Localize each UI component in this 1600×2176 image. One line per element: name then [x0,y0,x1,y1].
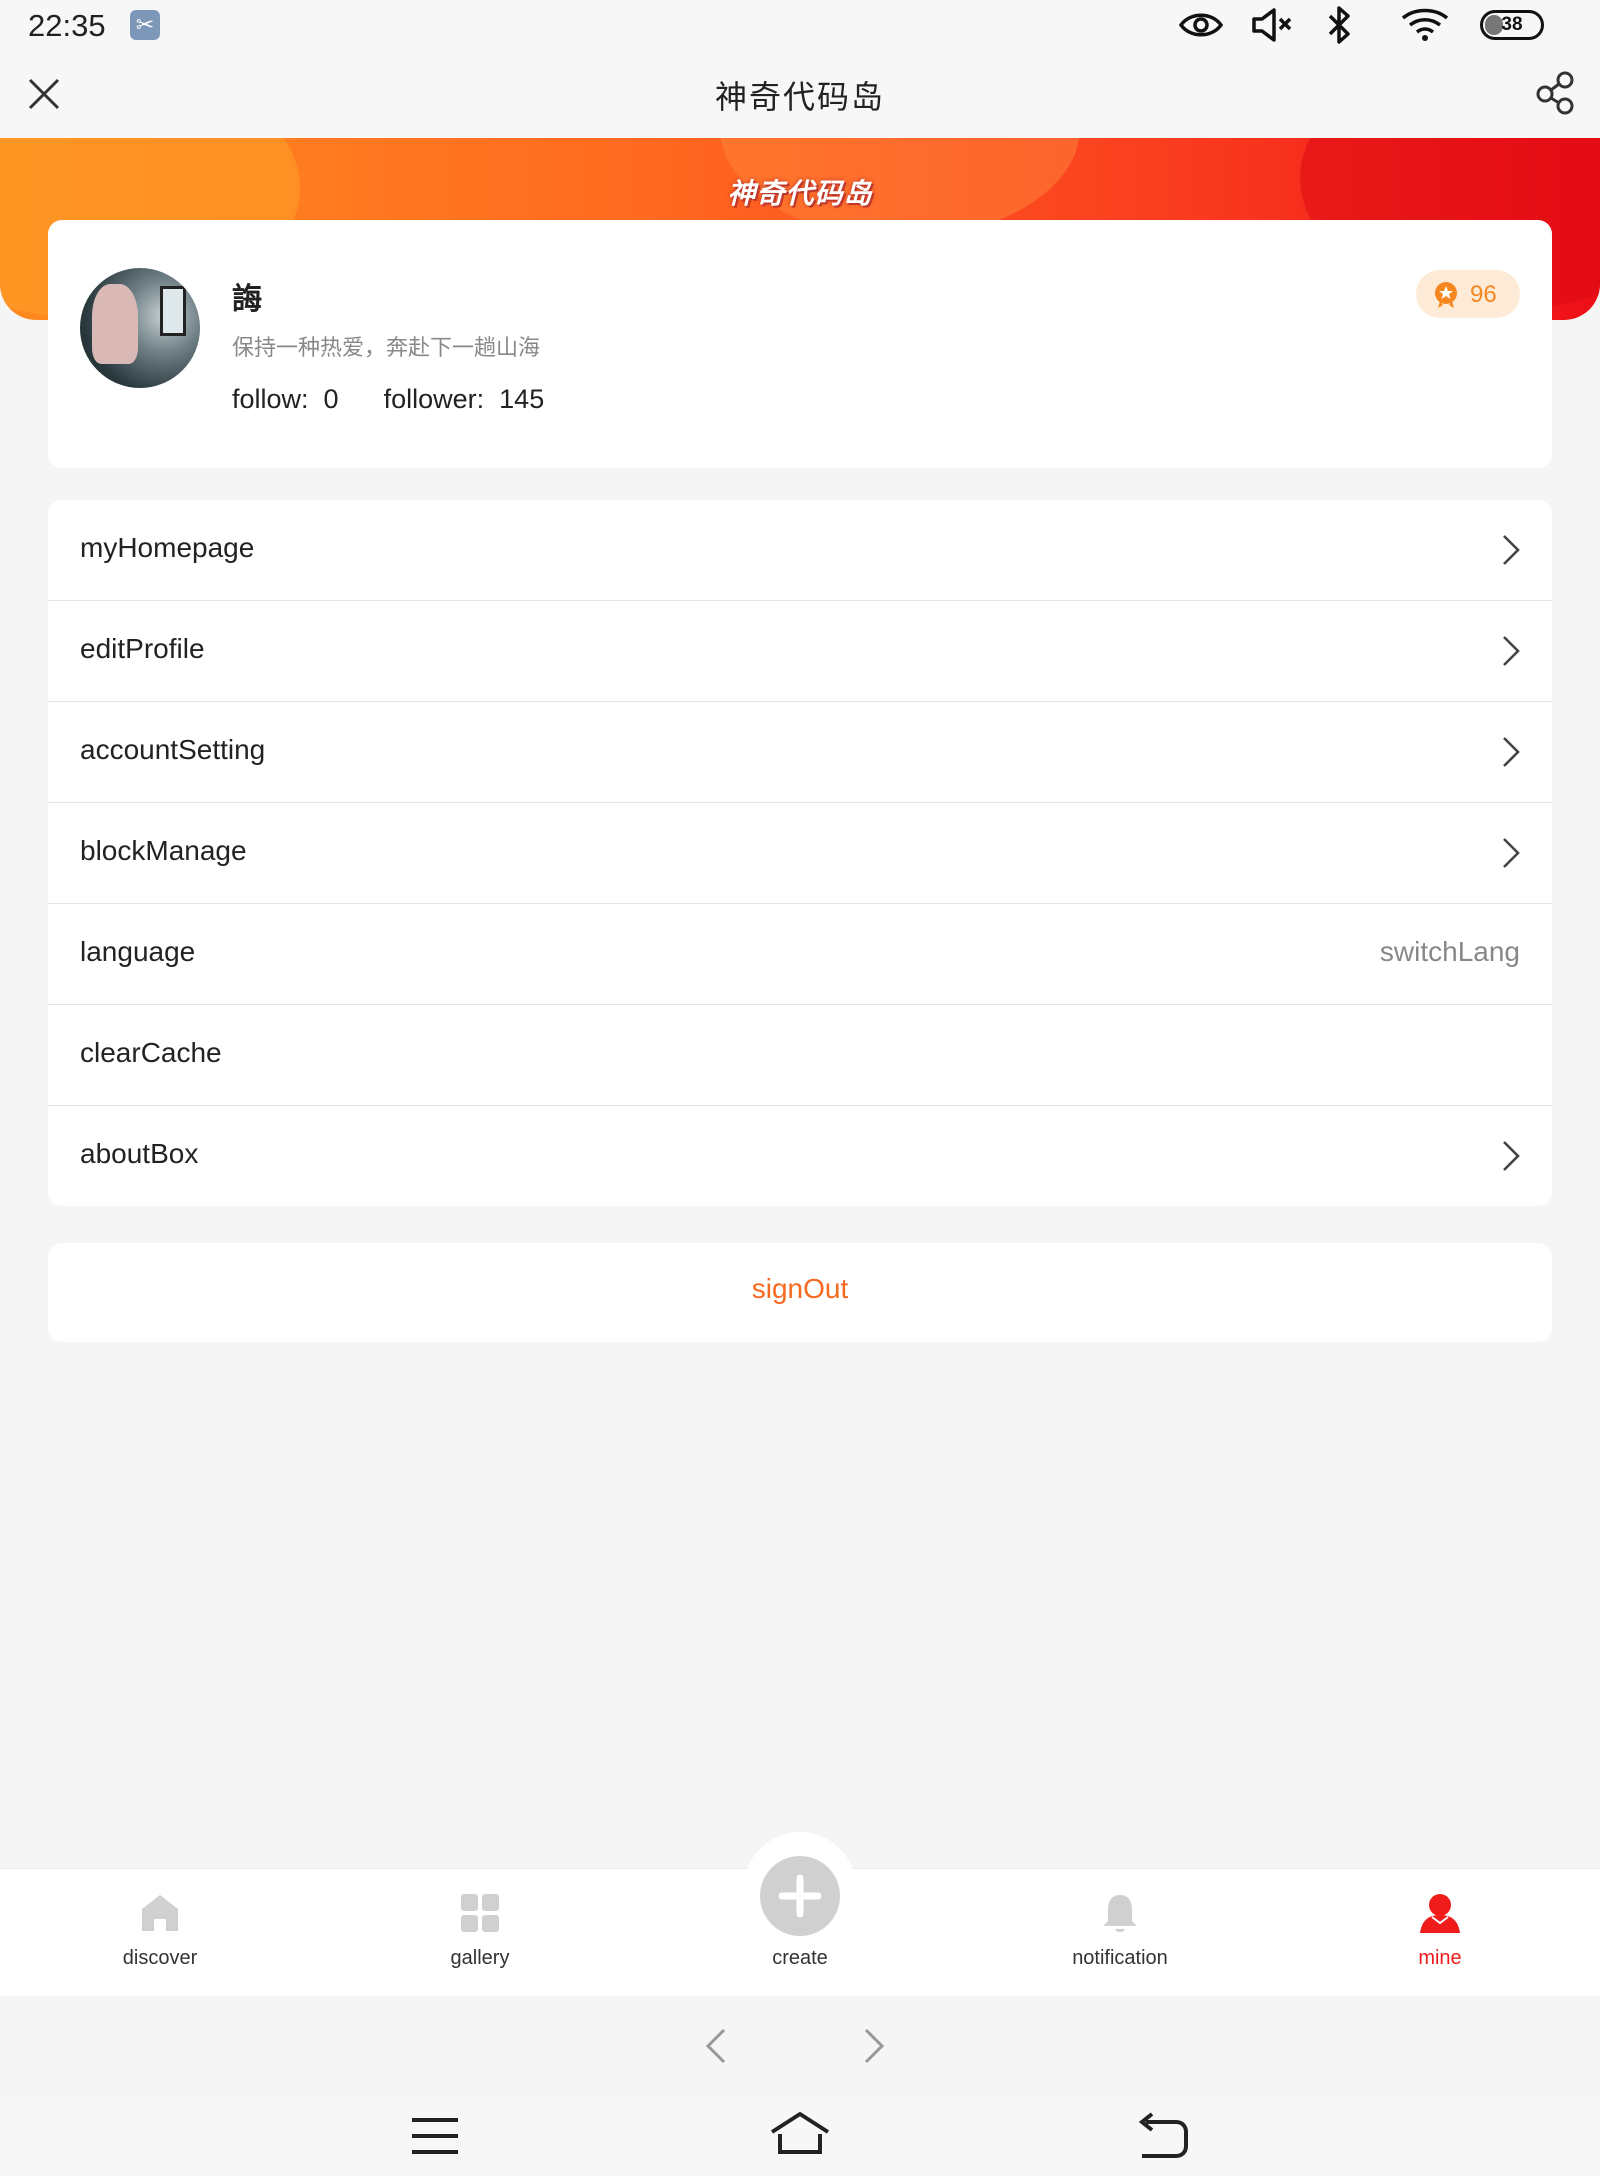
menu-item-label: accountSetting [80,734,266,765]
share-icon[interactable] [1534,70,1578,116]
menu-item-language[interactable]: language switchLang [48,904,1552,1005]
battery-level: 38 [1501,14,1523,35]
bell-icon [1103,1895,1137,1932]
tab-label: create [772,1947,828,1969]
wifi-icon [1401,8,1449,41]
home-outline-icon[interactable] [766,2110,834,2160]
avatar[interactable] [80,268,200,388]
tab-label: notification [1072,1947,1168,1969]
follow-count[interactable]: 0 [324,384,339,414]
plus-icon [778,1874,822,1918]
top-header: 神奇代码岛 [0,52,1600,138]
chevron-right-icon [1503,636,1520,666]
menu-item-label: blockManage [80,835,247,866]
menu-item-label: editProfile [80,633,205,664]
browser-navigation [0,1996,1600,2096]
profile-card: 誨 保持一种热爱，奔赴下一趟山海 follow: 0 follower: 145… [48,220,1552,468]
tab-discover[interactable]: discover [0,1869,320,1997]
tab-label: mine [1418,1947,1462,1969]
page-title: 神奇代码岛 [714,79,885,115]
language-switch-value[interactable]: switchLang [1380,936,1520,968]
eye-icon [1178,13,1224,37]
follower-count[interactable]: 145 [499,384,544,414]
settings-menu: myHomepage editProfile accountSetting bl… [48,500,1552,1206]
forward-arrow-icon[interactable] [862,2026,888,2066]
user-signature: 保持一种热爱，奔赴下一趟山海 [232,335,541,360]
status-time: 22:35 [28,8,106,43]
tab-label: discover [122,1947,198,1969]
tab-mine[interactable]: mine [1280,1869,1600,1997]
follow-stats: follow: 0 follower: 145 [232,384,544,415]
grid-icon [461,1894,499,1932]
points-badge[interactable]: 96 [1416,270,1520,318]
person-icon [1420,1894,1460,1933]
chevron-right-icon [1503,737,1520,767]
system-navigation [0,2096,1600,2176]
home-icon [142,1895,178,1931]
bluetooth-icon [1328,6,1350,44]
menu-item-my-homepage[interactable]: myHomepage [48,500,1552,601]
sign-out-button[interactable]: signOut [48,1243,1552,1342]
menu-item-label: myHomepage [80,532,255,563]
tab-label: gallery [450,1947,510,1969]
chevron-right-icon [1503,535,1520,565]
menu-item-account-setting[interactable]: accountSetting [48,702,1552,803]
menu-item-clear-cache[interactable]: clearCache [48,1005,1552,1106]
return-icon[interactable] [1136,2112,1190,2160]
create-button[interactable] [760,1856,840,1936]
chevron-right-icon [1503,838,1520,868]
menu-icon[interactable] [410,2114,460,2158]
scissors-app-icon: ✂ [130,10,160,40]
sign-out-label: signOut [751,1273,849,1304]
back-arrow-icon[interactable] [702,2026,728,2066]
menu-item-label: aboutBox [80,1138,199,1169]
menu-item-label: clearCache [80,1037,222,1068]
chevron-right-icon [1503,1141,1520,1171]
banner-logo: 神奇代码岛 [727,178,873,209]
medal-icon [1435,282,1457,308]
menu-item-label: language [80,936,196,967]
tab-gallery[interactable]: gallery [320,1869,640,1997]
status-bar: 22:35 ✂ 38 [0,0,1600,52]
username: 誨 [232,283,262,316]
follower-label[interactable]: follower: [384,384,485,414]
mute-icon [1252,8,1292,42]
follow-label[interactable]: follow: [232,384,309,414]
battery-icon: 38 [1480,10,1544,40]
menu-item-edit-profile[interactable]: editProfile [48,601,1552,702]
menu-item-block-manage[interactable]: blockManage [48,803,1552,904]
points-value: 96 [1470,281,1497,308]
menu-item-about[interactable]: aboutBox [48,1106,1552,1206]
tab-notification[interactable]: notification [960,1869,1280,1997]
